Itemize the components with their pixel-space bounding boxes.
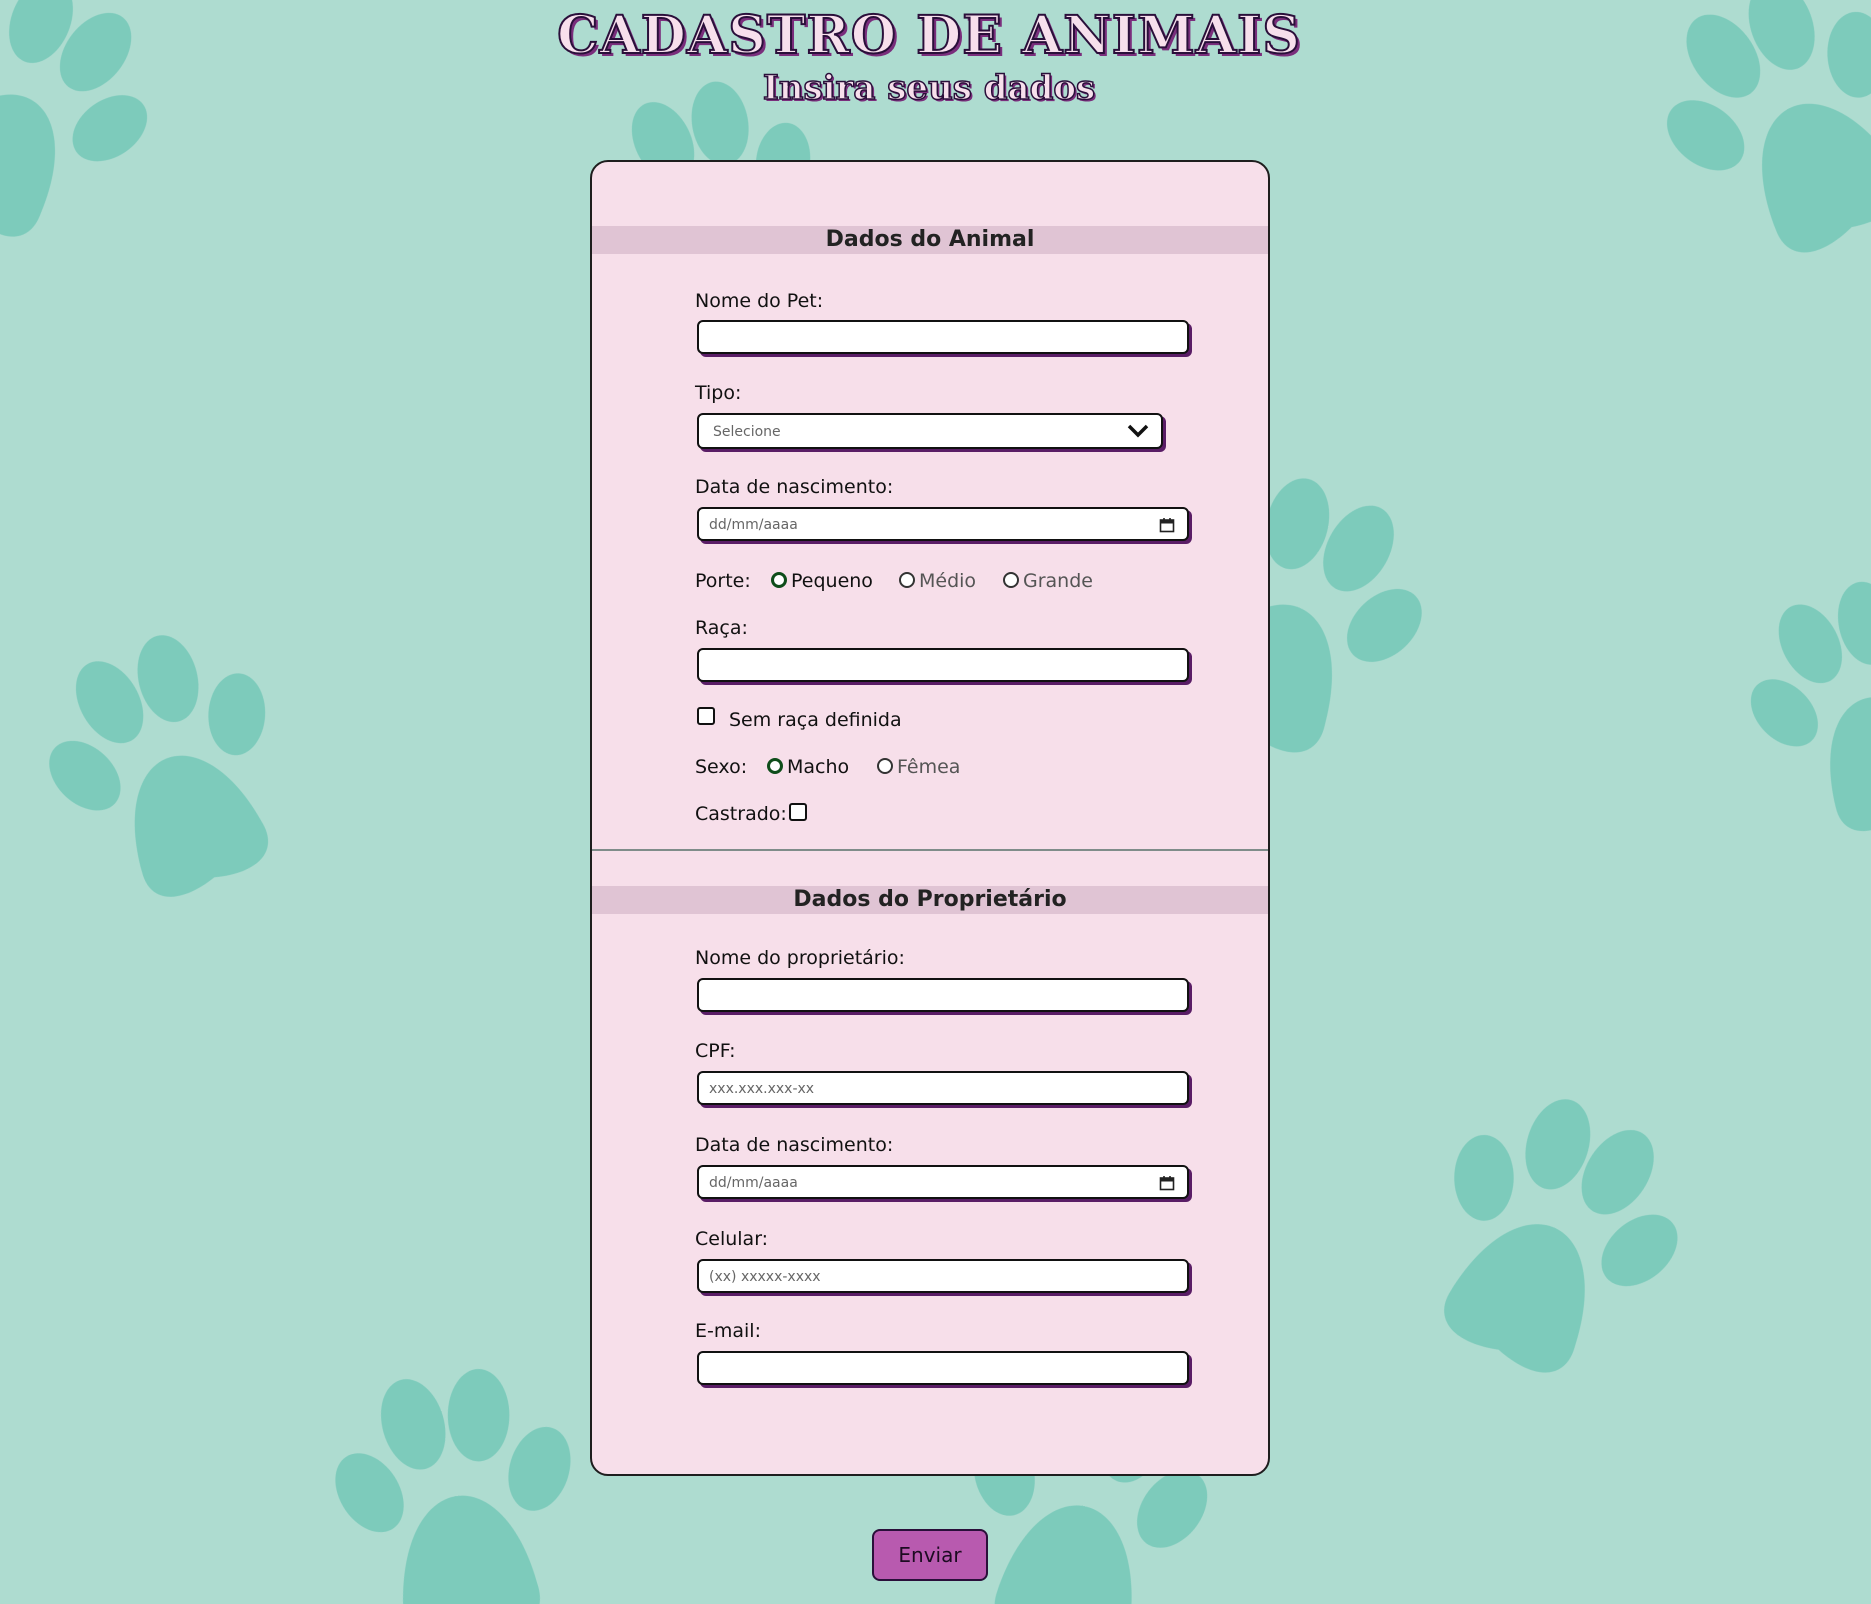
page-title: CADASTRO DE ANIMAIS [556, 4, 1301, 67]
registration-form: Dados do Animal Nome do Pet: Tipo: Selec… [590, 160, 1270, 1476]
calendar-icon[interactable] [1159, 1175, 1175, 1191]
phone-placeholder: (xx) xxxxx-xxxx [709, 1269, 821, 1285]
section-divider [592, 849, 1268, 851]
size-radio-grande[interactable] [1003, 572, 1019, 588]
chevron-down-icon [1127, 424, 1149, 438]
section-title-owner: Dados do Proprietário [592, 886, 1268, 914]
section-title-animal: Dados do Animal [592, 226, 1268, 254]
page-header: CADASTRO DE ANIMAIS Insira seus dados [0, 0, 1858, 109]
paw-print-icon [309, 1352, 606, 1604]
page-subtitle: Insira seus dados [762, 67, 1096, 109]
size-option-medio: Médio [919, 570, 977, 592]
no-breed-checkbox[interactable] [697, 707, 715, 725]
owner-birthdate-label: Data de nascimento: [695, 1134, 894, 1156]
calendar-icon[interactable] [1159, 517, 1175, 533]
pet-birthdate-label: Data de nascimento: [695, 476, 894, 498]
submit-button[interactable]: Enviar [872, 1529, 988, 1581]
owner-birthdate-placeholder: dd/mm/aaaa [709, 1175, 798, 1191]
paw-print-icon [5, 599, 332, 929]
phone-label: Celular: [695, 1228, 769, 1250]
cpf-label: CPF: [695, 1040, 736, 1062]
type-select[interactable]: Selecione [697, 413, 1163, 449]
cpf-placeholder: xxx.xxx.xxx-xx [709, 1081, 815, 1097]
pet-name-label: Nome do Pet: [695, 290, 824, 312]
neutered-label: Castrado: [695, 803, 787, 825]
size-option-pequeno: Pequeno [791, 570, 873, 592]
sex-option-femea: Fêmea [897, 756, 961, 778]
neutered-checkbox[interactable] [789, 803, 807, 821]
paw-print-icon [1377, 1057, 1728, 1410]
type-select-value: Selecione [713, 424, 781, 440]
type-label: Tipo: [695, 382, 742, 404]
email-input[interactable] [697, 1351, 1189, 1385]
breed-input[interactable] [697, 648, 1189, 682]
owner-birthdate-input[interactable]: dd/mm/aaaa [697, 1165, 1189, 1199]
size-radio-pequeno[interactable] [771, 572, 787, 588]
size-option-grande: Grande [1023, 570, 1093, 592]
breed-label: Raça: [695, 617, 748, 639]
phone-input[interactable]: (xx) xxxxx-xxxx [697, 1259, 1189, 1293]
owner-name-input[interactable] [697, 978, 1189, 1012]
email-label: E-mail: [695, 1320, 761, 1342]
pet-birthdate-placeholder: dd/mm/aaaa [709, 517, 798, 533]
size-radio-medio[interactable] [899, 572, 915, 588]
sex-radio-femea[interactable] [877, 758, 893, 774]
no-breed-label: Sem raça definida [729, 709, 902, 731]
pet-name-input[interactable] [697, 320, 1189, 354]
pet-birthdate-input[interactable]: dd/mm/aaaa [697, 507, 1189, 541]
sex-option-macho: Macho [787, 756, 850, 778]
size-label: Porte: [695, 570, 751, 592]
cpf-input[interactable]: xxx.xxx.xxx-xx [697, 1071, 1189, 1105]
paw-print-icon [1711, 550, 1871, 859]
sex-label: Sexo: [695, 756, 748, 778]
owner-name-label: Nome do proprietário: [695, 947, 905, 969]
sex-radio-macho[interactable] [767, 758, 783, 774]
